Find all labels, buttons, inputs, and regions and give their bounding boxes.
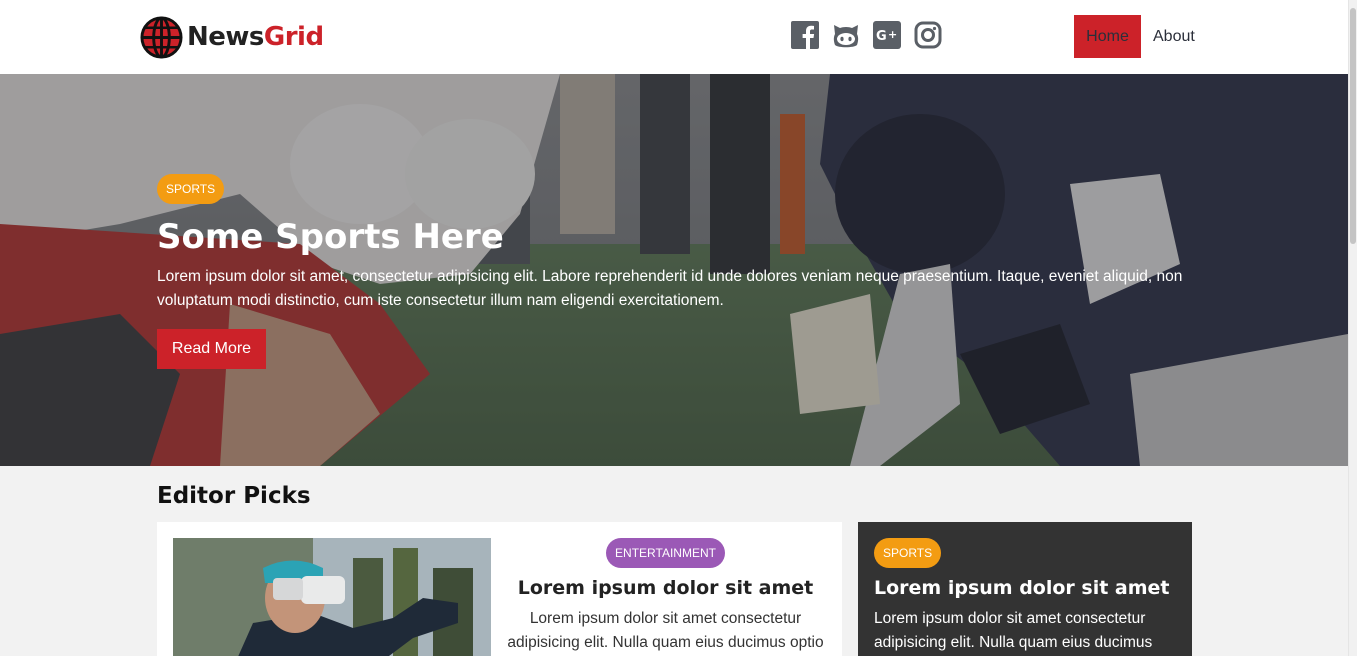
hero-banner: SPORTS Some Sports Here Lorem ipsum dolo… [0, 74, 1348, 466]
page: NewsGrid G + Home About SPORTS Some Spor… [0, 0, 1357, 656]
featured-article-title[interactable]: Lorem ipsum dolor sit amet [502, 577, 829, 599]
svg-text:G: G [876, 29, 887, 44]
featured-article-excerpt: Lorem ipsum dolor sit amet consectetur a… [507, 610, 824, 651]
side-article-card[interactable]: SPORTS Lorem ipsum dolor sit amet Lorem … [858, 522, 1192, 656]
hero-title: Some Sports Here [157, 217, 504, 257]
article-thumbnail[interactable] [173, 538, 491, 656]
featured-article-card[interactable]: ENTERTAINMENT Lorem ipsum dolor sit amet… [157, 522, 842, 656]
side-article-body: SPORTS Lorem ipsum dolor sit amet Lorem … [874, 538, 1176, 655]
editor-picks-heading: Editor Picks [157, 483, 311, 509]
nav-about-link[interactable]: About [1153, 15, 1195, 58]
logo[interactable]: NewsGrid [140, 15, 324, 59]
nav-home-link[interactable]: Home [1074, 15, 1141, 58]
sports-badge[interactable]: SPORTS [874, 538, 942, 568]
svg-text:+: + [888, 28, 897, 41]
side-article-excerpt: Lorem ipsum dolor sit amet consectetur a… [874, 610, 1153, 651]
brand-name: NewsGrid [187, 22, 324, 52]
github-icon[interactable] [832, 21, 860, 49]
hero-description: Lorem ipsum dolor sit amet, consectetur … [157, 268, 1183, 309]
read-more-button[interactable]: Read More [157, 329, 266, 369]
hero-category-badge[interactable]: SPORTS [157, 174, 225, 204]
side-article-title[interactable]: Lorem ipsum dolor sit amet [874, 577, 1176, 599]
navbar: NewsGrid G + Home About [0, 0, 1348, 74]
featured-article-body: ENTERTAINMENT Lorem ipsum dolor sit amet… [502, 538, 829, 655]
instagram-icon[interactable] [914, 21, 942, 49]
brand-part-grid: Grid [263, 22, 324, 52]
brand-part-news: News [187, 22, 264, 52]
social-links: G + [791, 21, 942, 49]
scrollbar-thumb[interactable] [1350, 8, 1356, 244]
hero-content: SPORTS Some Sports Here Lorem ipsum dolo… [157, 174, 1197, 369]
google-plus-icon[interactable]: G + [873, 21, 901, 49]
vertical-scrollbar[interactable] [1348, 0, 1357, 656]
globe-logo-icon [140, 15, 183, 59]
facebook-icon[interactable] [791, 21, 819, 49]
vr-headset-photo [173, 538, 491, 656]
main-nav: Home About [1074, 15, 1195, 58]
entertainment-badge[interactable]: ENTERTAINMENT [606, 538, 725, 568]
